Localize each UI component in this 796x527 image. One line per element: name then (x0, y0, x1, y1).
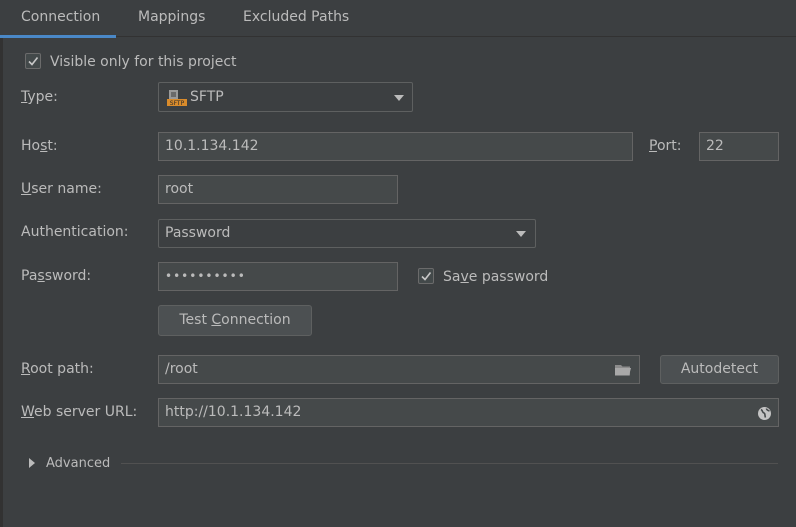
tab-excluded-paths[interactable]: Excluded Paths (243, 8, 349, 37)
type-value: SFTP (190, 89, 224, 105)
save-password-checkbox[interactable] (418, 268, 434, 284)
host-label: Host: (21, 138, 58, 154)
globe-icon[interactable] (757, 406, 772, 421)
port-input[interactable]: 22 (699, 132, 779, 161)
web-server-url-input[interactable]: http://10.1.134.142 (158, 398, 779, 427)
authentication-select[interactable]: Password (158, 219, 536, 248)
tab-mappings[interactable]: Mappings (138, 8, 205, 37)
chevron-down-icon (394, 95, 404, 101)
chevron-down-icon (516, 231, 526, 237)
svg-text:SFTP: SFTP (170, 100, 185, 106)
password-input[interactable]: •••••••••• (158, 262, 398, 291)
visible-only-checkbox[interactable] (25, 53, 41, 69)
tab-connection[interactable]: Connection (0, 8, 117, 38)
root-path-input[interactable]: /root (158, 355, 640, 384)
tab-bar: Connection Mappings Excluded Paths (0, 0, 796, 38)
left-border (0, 38, 3, 527)
authentication-label: Authentication: (21, 224, 129, 240)
password-label: Password: (21, 268, 92, 284)
type-label: Type: (21, 89, 58, 105)
save-password-label: Save password (443, 269, 549, 285)
port-label: Port: (649, 138, 682, 154)
sftp-icon: SFTP (167, 90, 187, 106)
checkmark-icon (28, 57, 39, 66)
host-input[interactable]: 10.1.134.142 (158, 132, 633, 161)
autodetect-button[interactable]: Autodetect (660, 355, 779, 384)
advanced-label[interactable]: Advanced (46, 455, 110, 473)
web-server-url-value: http://10.1.134.142 (165, 404, 302, 420)
root-path-label: Root path: (21, 361, 94, 377)
test-connection-button[interactable]: Test Connection (158, 305, 312, 336)
advanced-separator (121, 463, 778, 464)
folder-icon[interactable] (614, 363, 632, 377)
type-select[interactable]: SFTP SFTP (158, 82, 413, 112)
root-path-value: /root (165, 361, 198, 377)
username-input[interactable]: root (158, 175, 398, 204)
checkmark-icon (421, 272, 432, 281)
visible-only-label: Visible only for this project (50, 54, 237, 70)
expand-arrow-icon[interactable] (28, 458, 36, 468)
username-label: User name: (21, 181, 102, 197)
authentication-value: Password (165, 225, 231, 241)
web-server-url-label: Web server URL: (21, 404, 138, 420)
